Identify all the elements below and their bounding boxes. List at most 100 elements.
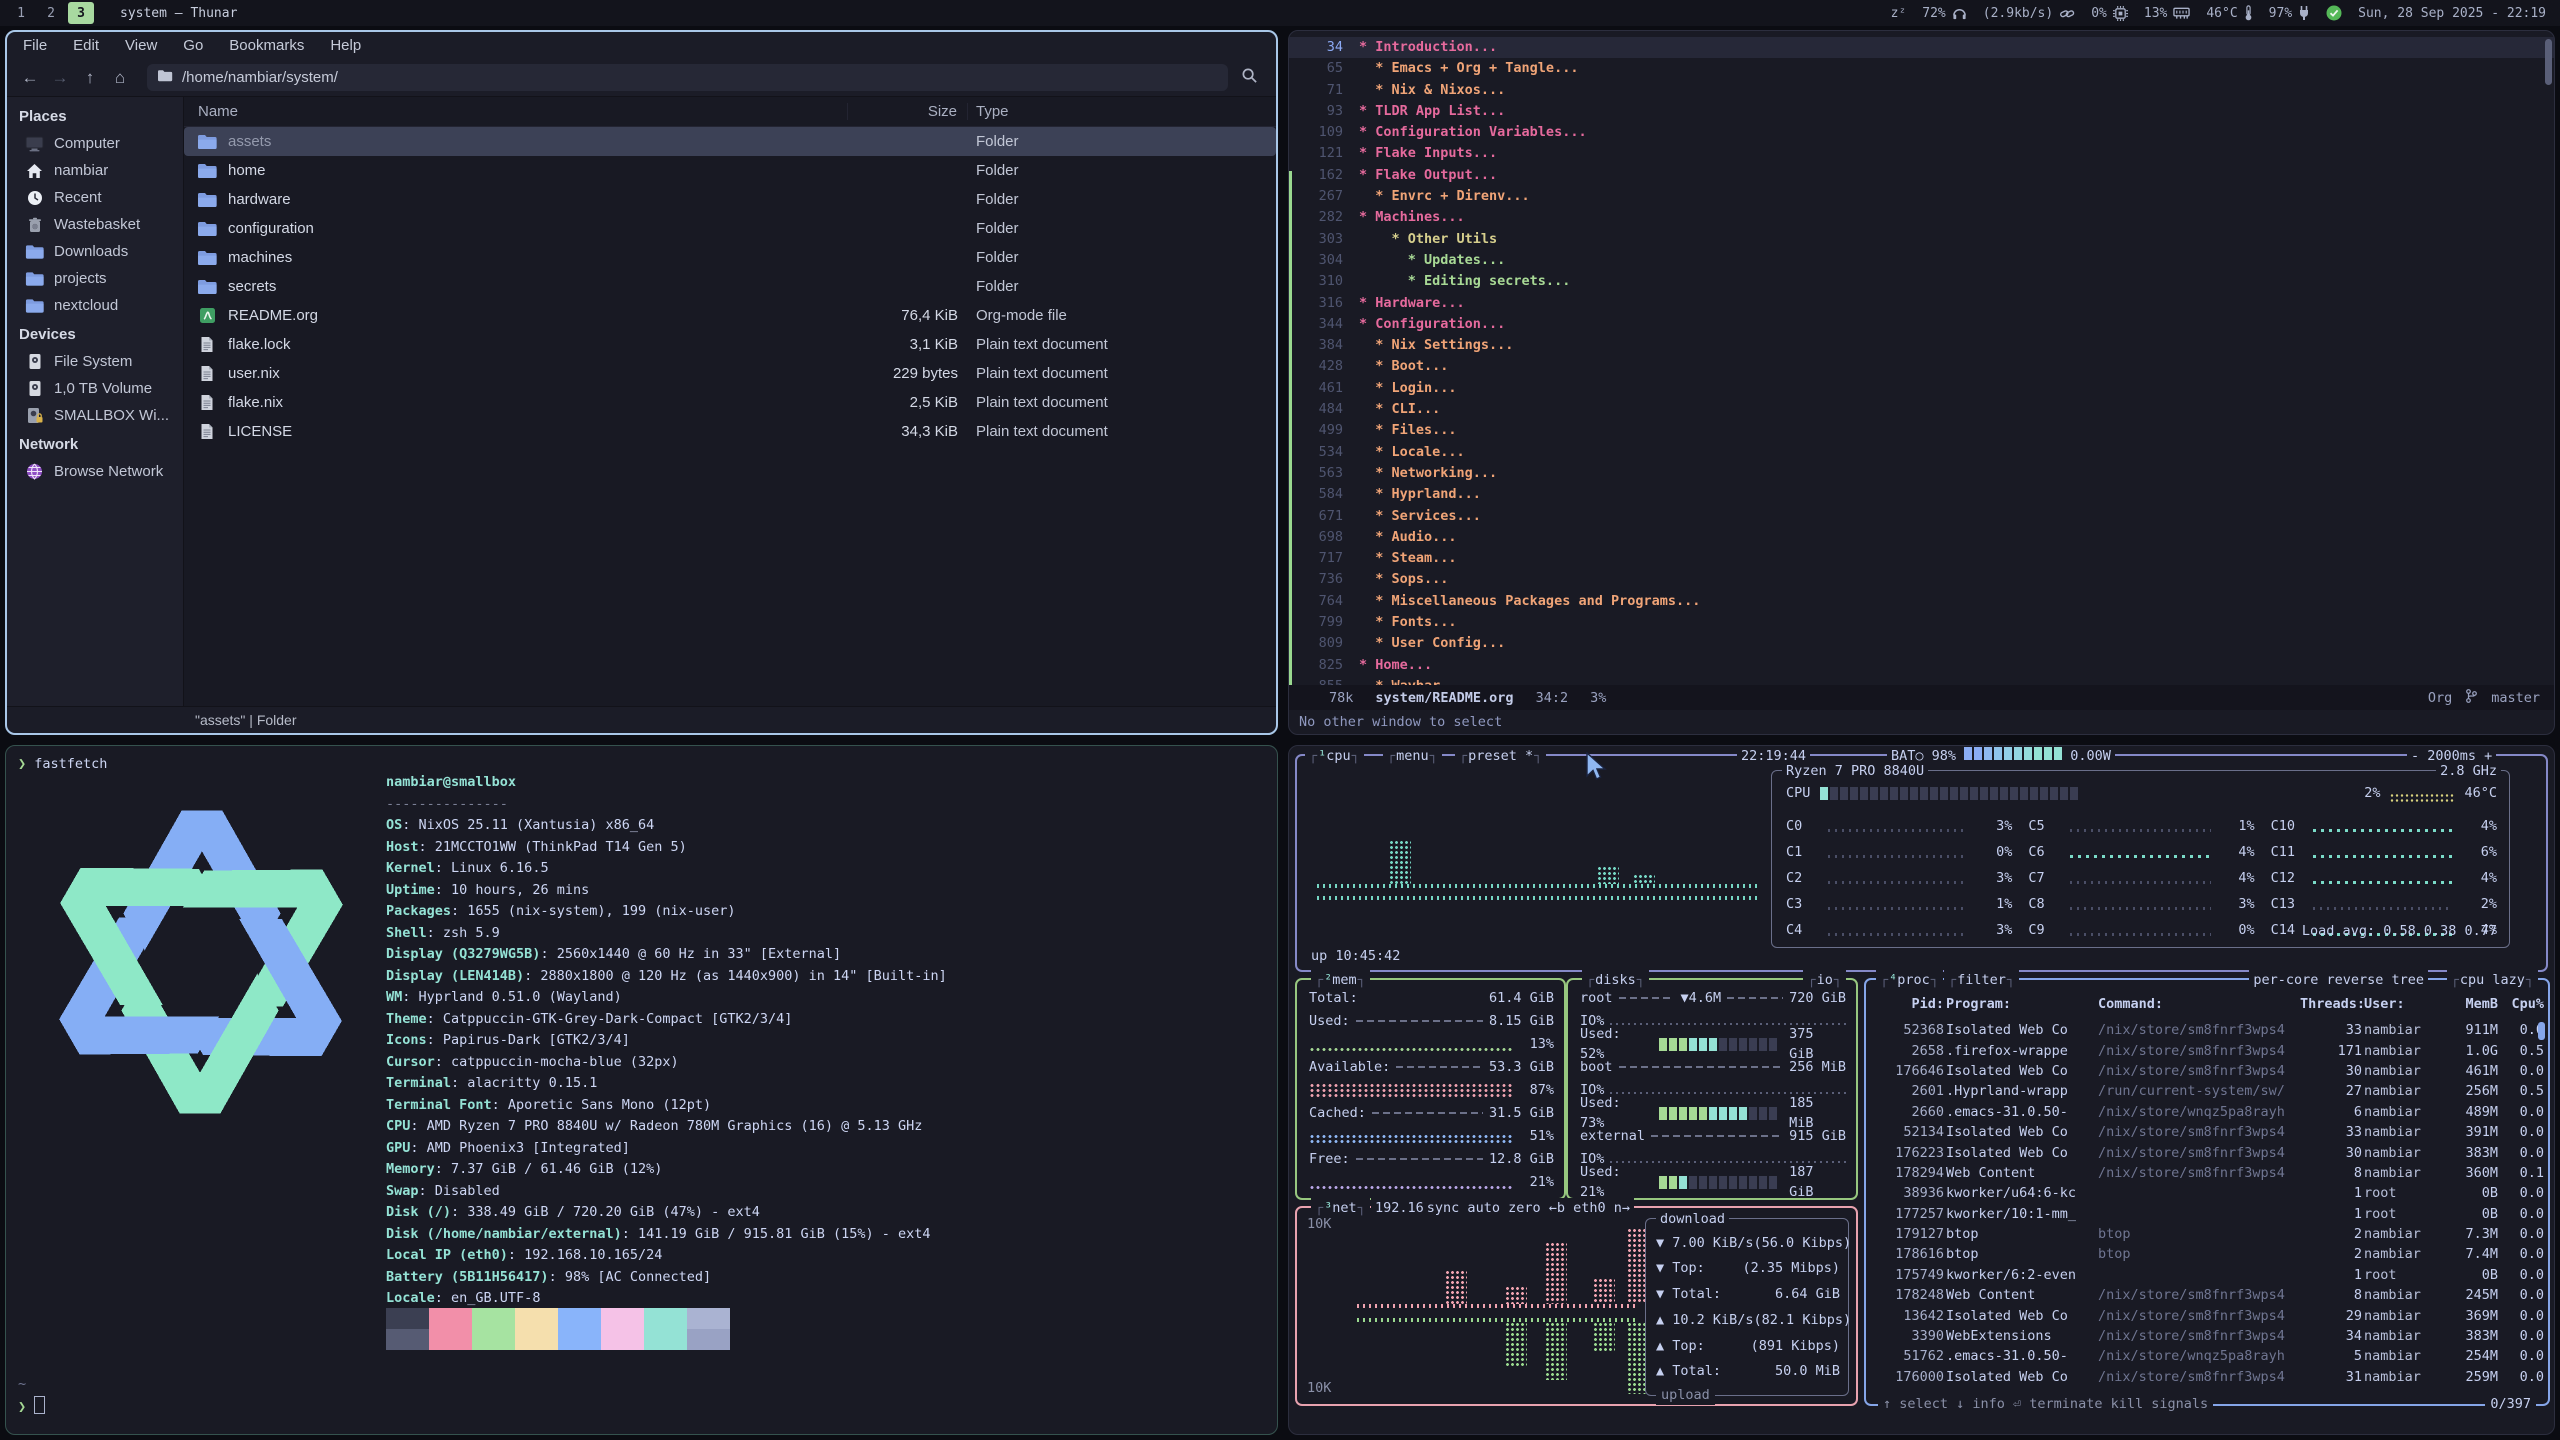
file-row-flake-nix[interactable]: flake.nix2,5 KiBPlain text document <box>184 388 1276 417</box>
process-row-178616[interactable]: 178616btopbtop2nambiar7.4M0.0 <box>1876 1244 2538 1264</box>
org-heading-line-736[interactable]: 736 * Sops... <box>1289 569 2554 590</box>
process-row-177257[interactable]: 177257kworker/10:1-mm_1root0B0.0 <box>1876 1204 2538 1224</box>
filter-button[interactable]: filter <box>1944 970 2019 990</box>
process-row-51762[interactable]: 51762.emacs-31.0.50-/nix/store/wnqz5pa8r… <box>1876 1346 2538 1366</box>
file-row-hardware[interactable]: hardwareFolder <box>184 185 1276 214</box>
menu-bookmarks[interactable]: Bookmarks <box>229 37 304 54</box>
path-field[interactable]: /home/nambiar/system/ <box>147 64 1228 91</box>
menu-help[interactable]: Help <box>330 37 361 54</box>
org-heading-line-717[interactable]: 717 * Steam... <box>1289 548 2554 569</box>
org-heading-line-344[interactable]: 344* Configuration... <box>1289 314 2554 335</box>
org-buffer[interactable]: 34* Introduction...65 * Emacs + Org + Ta… <box>1289 31 2554 685</box>
org-heading-line-303[interactable]: 303 * Other Utils <box>1289 229 2554 250</box>
sort-selector[interactable]: cpu lazy <box>2447 970 2538 990</box>
org-heading-line-34[interactable]: 34* Introduction... <box>1289 37 2554 58</box>
org-heading-line-825[interactable]: 825* Home... <box>1289 655 2554 676</box>
org-heading-line-499[interactable]: 499 * Files... <box>1289 420 2554 441</box>
org-heading-line-316[interactable]: 316* Hardware... <box>1289 293 2554 314</box>
process-row-13642[interactable]: 13642Isolated Web Co/nix/store/sm8fnrf3w… <box>1876 1305 2538 1325</box>
org-heading-line-484[interactable]: 484 * CLI... <box>1289 399 2554 420</box>
workspace-1[interactable]: 1 <box>8 2 34 24</box>
org-heading-line-809[interactable]: 809 * User Config... <box>1289 633 2554 654</box>
org-heading-line-109[interactable]: 109* Configuration Variables... <box>1289 122 2554 143</box>
org-heading-line-855[interactable]: 855 * Waybar... <box>1289 676 2554 685</box>
proc-options[interactable]: per-core reverse tree <box>2249 970 2428 990</box>
process-row-178294[interactable]: 178294Web Content/nix/store/sm8fnrf3wps4… <box>1876 1163 2538 1183</box>
sidebar-item-file-system[interactable]: File System <box>7 348 183 375</box>
org-heading-line-698[interactable]: 698 * Audio... <box>1289 527 2554 548</box>
column-name[interactable]: Name <box>184 103 848 120</box>
tab-cpu[interactable]: ¹cpu <box>1305 746 1364 766</box>
process-row-178248[interactable]: 178248Web Content/nix/store/sm8fnrf3wps4… <box>1876 1285 2538 1305</box>
org-heading-line-461[interactable]: 461 * Login... <box>1289 378 2554 399</box>
org-heading-line-384[interactable]: 384 * Nix Settings... <box>1289 335 2554 356</box>
org-heading-line-534[interactable]: 534 * Locale... <box>1289 442 2554 463</box>
file-row-flake-lock[interactable]: flake.lock3,1 KiBPlain text document <box>184 330 1276 359</box>
org-heading-line-304[interactable]: 304 * Updates... <box>1289 250 2554 271</box>
org-heading-line-93[interactable]: 93* TLDR App List... <box>1289 101 2554 122</box>
mem-title[interactable]: ²mem <box>1311 970 1370 990</box>
sidebar-item-nextcloud[interactable]: nextcloud <box>7 292 183 319</box>
org-heading-line-310[interactable]: 310 * Editing secrets... <box>1289 271 2554 292</box>
org-heading-line-65[interactable]: 65 * Emacs + Org + Tangle... <box>1289 58 2554 79</box>
org-heading-line-121[interactable]: 121* Flake Inputs... <box>1289 143 2554 164</box>
file-row-assets[interactable]: assetsFolder <box>184 127 1276 156</box>
sidebar-item-1-0-tb-volume[interactable]: 1,0 TB Volume <box>7 375 183 402</box>
process-row-2660[interactable]: 2660.emacs-31.0.50-/nix/store/wnqz5pa8ra… <box>1876 1102 2538 1122</box>
org-heading-line-764[interactable]: 764 * Miscellaneous Packages and Program… <box>1289 591 2554 612</box>
org-heading-line-267[interactable]: 267 * Envrc + Direnv... <box>1289 186 2554 207</box>
process-row-38936[interactable]: 38936kworker/u64:6-kc1root0B0.0 <box>1876 1183 2538 1203</box>
sidebar-item-computer[interactable]: Computer <box>7 130 183 157</box>
disks-title[interactable]: disks <box>1582 970 1649 990</box>
process-row-179127[interactable]: 179127btopbtop2nambiar7.3M0.0 <box>1876 1224 2538 1244</box>
process-list[interactable]: 52368Isolated Web Co/nix/store/sm8fnrf3w… <box>1876 1020 2538 1387</box>
menu-button[interactable]: menu <box>1383 746 1442 766</box>
org-heading-line-71[interactable]: 71 * Nix & Nixos... <box>1289 80 2554 101</box>
menu-go[interactable]: Go <box>183 37 203 54</box>
sidebar-item-wastebasket[interactable]: Wastebasket <box>7 211 183 238</box>
search-button[interactable] <box>1232 65 1266 91</box>
scrollbar-thumb[interactable] <box>2545 39 2552 85</box>
sidebar-item-browse-network[interactable]: Browse Network <box>7 458 183 485</box>
process-row-176000[interactable]: 176000Isolated Web Co/nix/store/sm8fnrf3… <box>1876 1367 2538 1387</box>
sidebar-item-smallbox-wi-[interactable]: SMALLBOX Wi... <box>7 402 183 429</box>
file-row-user-nix[interactable]: user.nix229 bytesPlain text document <box>184 359 1276 388</box>
file-row-license[interactable]: LICENSE34,3 KiBPlain text document <box>184 417 1276 446</box>
shell-prompt-tail[interactable]: ~ ❯ <box>18 1374 45 1418</box>
process-row-176646[interactable]: 176646Isolated Web Co/nix/store/sm8fnrf3… <box>1876 1061 2538 1081</box>
sidebar-item-downloads[interactable]: Downloads <box>7 238 183 265</box>
org-heading-line-282[interactable]: 282* Machines... <box>1289 207 2554 228</box>
file-row-configuration[interactable]: configurationFolder <box>184 214 1276 243</box>
process-row-175749[interactable]: 175749kworker/6:2-even1root0B0.0 <box>1876 1265 2538 1285</box>
org-heading-line-799[interactable]: 799 * Fonts... <box>1289 612 2554 633</box>
proc-footer-keys[interactable]: ↑ select ↓ info ⏎ terminate kill signals <box>1878 1394 2213 1414</box>
file-list-header[interactable]: NameSizeType <box>184 97 1276 127</box>
sidebar-item-projects[interactable]: projects <box>7 265 183 292</box>
preset-button[interactable]: preset * <box>1455 746 1546 766</box>
org-heading-line-428[interactable]: 428 * Boot... <box>1289 356 2554 377</box>
net-controls[interactable]: sync auto zero ←b eth0 n→ <box>1423 1198 1634 1218</box>
org-heading-line-671[interactable]: 671 * Services... <box>1289 506 2554 527</box>
menu-view[interactable]: View <box>125 37 157 54</box>
proc-columns[interactable]: Pid:Program:Command:Threads:User:MemBCpu… <box>1876 994 2538 1014</box>
menu-edit[interactable]: Edit <box>73 37 99 54</box>
workspace-3[interactable]: 3 <box>68 2 94 24</box>
file-row-home[interactable]: homeFolder <box>184 156 1276 185</box>
io-title[interactable]: io <box>1803 970 1846 990</box>
menu-file[interactable]: File <box>23 37 47 54</box>
column-size[interactable]: Size <box>848 103 968 120</box>
process-row-2658[interactable]: 2658.firefox-wrappe/nix/store/sm8fnrf3wp… <box>1876 1040 2538 1060</box>
proc-title[interactable]: ⁴proc <box>1876 970 1943 990</box>
proc-scrollbar-thumb[interactable] <box>2538 1022 2545 1040</box>
file-row-machines[interactable]: machinesFolder <box>184 243 1276 272</box>
process-row-52368[interactable]: 52368Isolated Web Co/nix/store/sm8fnrf3w… <box>1876 1020 2538 1040</box>
column-type[interactable]: Type <box>968 103 1276 120</box>
home-button[interactable]: ⌂ <box>105 65 135 91</box>
up-button[interactable]: ↑ <box>75 65 105 91</box>
process-row-2601[interactable]: 2601.Hyprland-wrapp/run/current-system/s… <box>1876 1081 2538 1101</box>
process-row-3390[interactable]: 3390WebExtensions/nix/store/sm8fnrf3wps4… <box>1876 1326 2538 1346</box>
forward-button[interactable]: → <box>45 65 75 91</box>
process-row-176223[interactable]: 176223Isolated Web Co/nix/store/sm8fnrf3… <box>1876 1142 2538 1162</box>
file-row-secrets[interactable]: secretsFolder <box>184 272 1276 301</box>
sidebar-item-nambiar[interactable]: nambiar <box>7 157 183 184</box>
